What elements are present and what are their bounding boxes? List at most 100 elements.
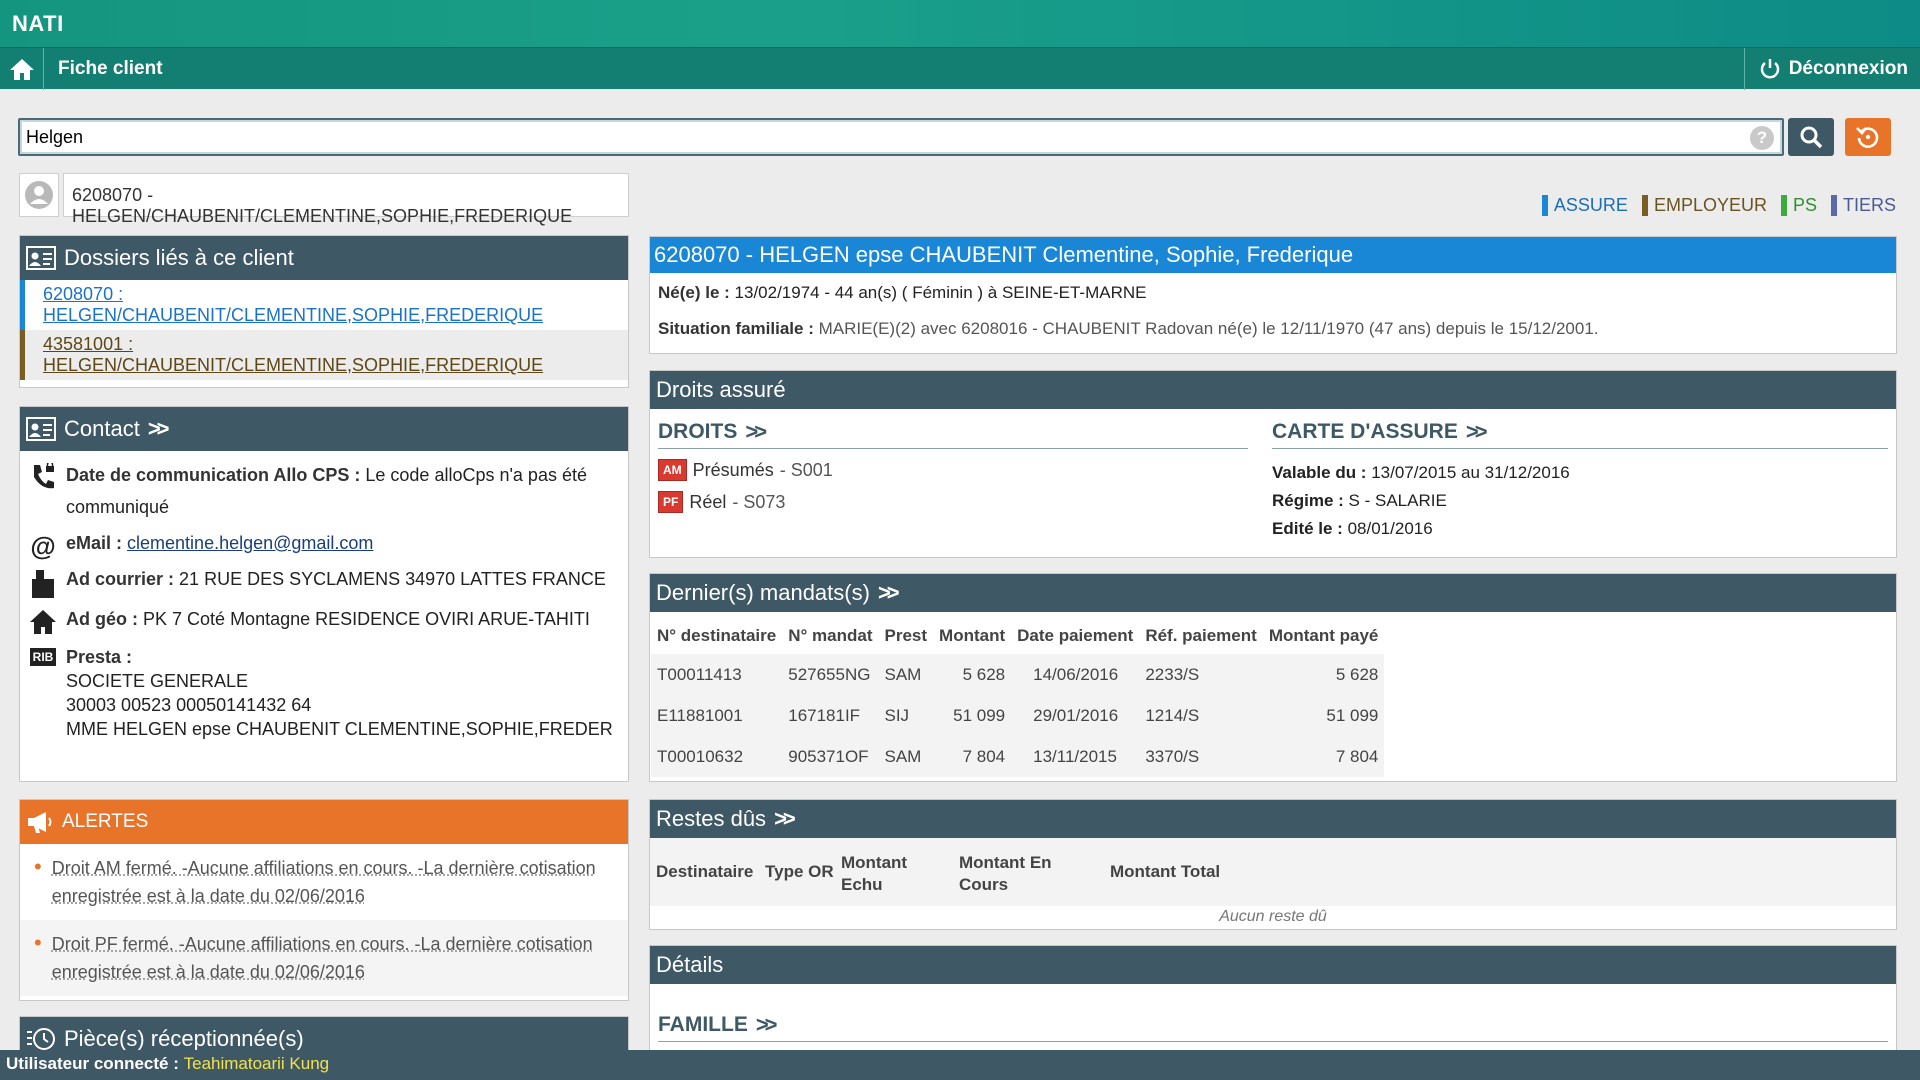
dossier-link[interactable]: 6208070 : HELGEN/CHAUBENIT/CLEMENTINE,SO…	[43, 284, 628, 326]
droits-subtitle-text: DROITS	[658, 420, 738, 443]
page-title: Fiche client	[58, 58, 163, 79]
dossiers-header: Dossiers liés à ce client	[20, 236, 628, 280]
mandats-header[interactable]: Dernier(s) mandats(s) >>	[650, 574, 1896, 612]
allo-label: Date de communication Allo CPS :	[66, 465, 361, 485]
presta-label: Presta :	[66, 647, 133, 667]
contact-header[interactable]: Contact >>	[20, 407, 628, 451]
droit-badge: AM	[658, 459, 687, 481]
table-row[interactable]: T00010632 905371OF SAM 7 804 13/11/2015 …	[651, 736, 1385, 777]
home-button[interactable]	[0, 48, 44, 90]
details-header: Détails	[650, 946, 1896, 984]
search-input[interactable]	[20, 120, 1720, 154]
carte-subtitle-text: CARTE D'ASSURE	[1272, 420, 1458, 443]
valable-value: 13/07/2015 au 31/12/2016	[1371, 463, 1570, 482]
cell-mandat: 167181IF	[788, 705, 861, 725]
client-select[interactable]: 6208070 - HELGEN/CHAUBENIT/CLEMENTINE,SO…	[63, 173, 629, 226]
logout-label: Déconnexion	[1788, 58, 1908, 79]
mailbox-icon	[28, 569, 58, 599]
droit-row: AM Présumés - S001	[658, 459, 1248, 481]
regime-label: Régime :	[1272, 491, 1344, 510]
alertes-header: ALERTES	[20, 800, 628, 844]
cell-date: 29/01/2016	[1033, 705, 1119, 725]
cell-montant: 5 628	[962, 664, 1006, 684]
column-header: Montant	[939, 626, 1006, 645]
pieces-panel: Pièce(s) réceptionnée(s)	[19, 1016, 629, 1050]
restes-header[interactable]: Restes dûs >>	[650, 800, 1896, 838]
famille-subtitle-text: FAMILLE	[658, 1013, 748, 1036]
birth-value: 13/02/1974 - 44 an(s) ( Féminin ) à SEIN…	[734, 283, 1147, 302]
column-header: Montant payé	[1268, 626, 1379, 645]
role-legend: ASSURE EMPLOYEUR PS TIERS	[1541, 195, 1896, 216]
status-bar: Utilisateur connecté : Teahimatoarii Kun…	[0, 1050, 1920, 1080]
situation-value: MARIE(E)(2) avec 6208016 - CHAUBENIT Rad…	[818, 319, 1599, 338]
dossier-link[interactable]: 43581001 : HELGEN/CHAUBENIT/CLEMENTINE,S…	[43, 334, 628, 376]
column-header: Réf. paiement	[1145, 626, 1257, 645]
client-name-header: 6208070 - HELGEN epse CHAUBENIT Clementi…	[650, 237, 1896, 273]
dossier-item[interactable]: 43581001 : HELGEN/CHAUBENIT/CLEMENTINE,S…	[20, 330, 628, 380]
droits-subtitle[interactable]: DROITS >>	[658, 419, 1248, 449]
clock-list-icon	[27, 1028, 55, 1050]
courrier-label: Ad courrier :	[66, 569, 175, 589]
logout-button[interactable]: Déconnexion	[1743, 48, 1920, 90]
droits-section: DROITS >> AM Présumés - S001 PF Réel - S…	[658, 419, 1248, 513]
nav-bar: Fiche client Déconnexion	[0, 47, 1920, 90]
legend-assure: ASSURE	[1541, 195, 1628, 216]
mandats-table: N° destinataire N° mandat Prest Montant …	[651, 618, 1385, 777]
email-label: eMail :	[66, 533, 123, 553]
valable-label: Valable du :	[1272, 463, 1367, 482]
geo-label: Ad géo :	[66, 609, 138, 629]
app-brand: NATI	[12, 11, 64, 36]
pieces-header[interactable]: Pièce(s) réceptionnée(s)	[20, 1017, 628, 1050]
rib-icon: RIB	[29, 648, 57, 666]
situation-label: Situation familiale :	[658, 319, 814, 338]
refresh-icon	[1856, 127, 1879, 148]
chevron-right-icon: >>	[1465, 419, 1488, 444]
cell-mandat: 527655NG	[788, 664, 871, 684]
cell-prest: SIJ	[884, 705, 910, 725]
cell-destinataire: E11881001	[657, 705, 743, 725]
reset-button[interactable]	[1845, 118, 1891, 156]
help-icon[interactable]: ?	[1750, 126, 1774, 150]
legend-employeur: EMPLOYEUR	[1641, 195, 1767, 216]
cell-date: 14/06/2016	[1033, 664, 1119, 684]
cell-ref: 3370/S	[1145, 746, 1200, 766]
column-header: N° mandat	[788, 626, 873, 645]
column-header: Date paiement	[1017, 626, 1134, 645]
search-box: ?	[18, 118, 1784, 156]
id-card-icon	[26, 246, 56, 270]
email-link[interactable]: clementine.helgen@gmail.com	[127, 533, 373, 553]
at-icon: @	[30, 531, 56, 561]
droit-code: - S073	[732, 491, 786, 512]
column-header: Montant En Cours	[959, 853, 1052, 894]
edite-label: Edité le :	[1272, 519, 1343, 538]
droit-badge: PF	[658, 491, 684, 513]
dossier-item[interactable]: 6208070 : HELGEN/CHAUBENIT/CLEMENTINE,SO…	[20, 280, 628, 330]
contact-allo: Date de communication Allo CPS : Le code…	[28, 463, 620, 523]
client-avatar	[19, 173, 59, 217]
droit-label: Réel	[689, 491, 727, 512]
droits-panel: Droits assuré DROITS >> AM Présumés - S0…	[649, 370, 1897, 558]
famille-subtitle[interactable]: FAMILLE >>	[658, 1012, 1888, 1042]
cell-montant: 51 099	[953, 705, 1006, 725]
famille-section: FAMILLE >>	[658, 1012, 1888, 1042]
mandats-panel: Dernier(s) mandats(s) >> N° destinataire…	[649, 573, 1897, 782]
column-header: Destinataire	[656, 862, 754, 881]
dossiers-title: Dossiers liés à ce client	[64, 245, 294, 270]
table-row[interactable]: E11881001 167181IF SIJ 51 099 29/01/2016…	[651, 695, 1385, 736]
carte-subtitle[interactable]: CARTE D'ASSURE >>	[1272, 419, 1888, 449]
search-button[interactable]	[1788, 118, 1834, 156]
dossiers-panel: Dossiers liés à ce client 6208070 : HELG…	[19, 235, 629, 388]
carte-edite: Edité le : 08/01/2016	[1272, 519, 1888, 539]
cell-mandat: 905371OF	[788, 746, 869, 766]
cell-destinataire: T00010632	[657, 746, 744, 766]
column-header: Type OR	[765, 862, 834, 881]
table-row[interactable]: T00011413 527655NG SAM 5 628 14/06/2016 …	[651, 654, 1385, 695]
birth-label: Né(e) le :	[658, 283, 730, 302]
cell-montant-paye: 51 099	[1326, 705, 1379, 725]
contact-email: @ eMail : clementine.helgen@gmail.com	[28, 533, 620, 559]
droit-row: PF Réel - S073	[658, 491, 1248, 513]
alertes-panel: ALERTES • Droit AM fermé. -Aucune affili…	[19, 799, 629, 1001]
megaphone-icon	[28, 812, 52, 833]
droits-header: Droits assuré	[650, 371, 1896, 409]
chevron-right-icon: >>	[774, 806, 796, 831]
